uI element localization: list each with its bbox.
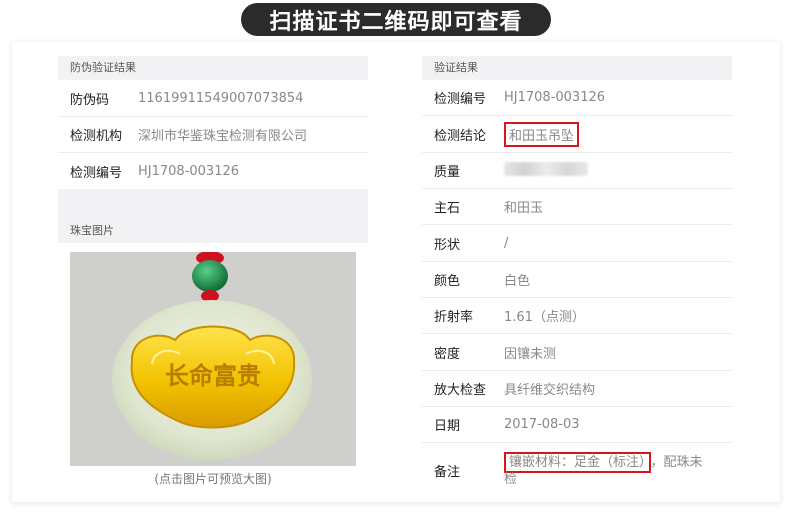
left-row-code: 防伪码 11619911549007073854: [58, 80, 368, 117]
row-label: 检测结论: [434, 128, 487, 144]
right-row-remarks: 备注 镶嵌材料：足金（标注） ，配珠未 检: [422, 443, 732, 498]
row-label: 放大检查: [434, 383, 487, 398]
row-value: 因镶未测: [504, 346, 557, 362]
spacer-block: [58, 189, 368, 219]
row-label: 检测编号: [70, 165, 123, 181]
right-row-magnification: 放大检查 具纤维交织结构: [422, 371, 732, 407]
remarks-value: 镶嵌材料：足金（标注） ，配珠未 检: [504, 451, 724, 488]
conclusion-value-highlighted: 和田玉吊坠: [504, 121, 580, 147]
jade-pendant-image: 长命富贵: [70, 252, 356, 466]
row-value: HJ1708-003126: [138, 163, 240, 179]
image-preview-caption: (点击图片可预览大图): [154, 472, 272, 486]
right-row-conclusion: 检测结论 和田玉吊坠: [422, 116, 732, 153]
remarks-rest-line2: 检: [504, 471, 518, 487]
remarks-highlighted: 镶嵌材料：足金（标注）: [504, 451, 651, 473]
right-row-date: 日期 2017-08-03: [422, 407, 732, 443]
row-label: 质量: [434, 165, 461, 180]
row-label: 主石: [434, 201, 461, 216]
right-row-shape: 形状 /: [422, 225, 732, 262]
row-label: 折射率: [434, 310, 474, 325]
row-label: 检测机构: [70, 129, 123, 144]
jewelry-image-section-title: 珠宝图片: [58, 219, 368, 243]
row-value: /: [504, 235, 509, 251]
right-row-refractive-index: 折射率 1.61（点测）: [422, 298, 732, 334]
row-value: 1.61（点测）: [504, 310, 585, 325]
row-label: 防伪码: [70, 92, 110, 108]
row-value: 和田玉: [504, 201, 544, 216]
verification-section-title: 验证结果: [422, 56, 732, 80]
remarks-rest: ，配珠未: [650, 454, 703, 470]
row-label: 颜色: [434, 274, 461, 289]
pendant-inscription: 长命富贵: [165, 361, 261, 390]
row-value: 白色: [504, 274, 531, 289]
row-value: HJ1708-003126: [504, 90, 606, 105]
row-value: 2017-08-03: [504, 417, 580, 432]
jewelry-photo[interactable]: 长命富贵: [70, 252, 356, 466]
row-label: 备注: [434, 465, 461, 480]
left-row-test-number: 检测编号 HJ1708-003126: [58, 153, 368, 189]
right-row-main-stone: 主石 和田玉: [422, 189, 732, 225]
left-row-institution: 检测机构 深圳市华鉴珠宝检测有限公司: [58, 117, 368, 153]
right-row-color: 颜色 白色: [422, 262, 732, 298]
row-label: 日期: [434, 419, 461, 434]
row-value: 具纤维交织结构: [504, 383, 596, 398]
right-row-test-number: 检测编号 HJ1708-003126: [422, 80, 732, 116]
row-value: 11619911549007073854: [138, 90, 304, 106]
right-row-weight: 质量: [422, 153, 732, 189]
anti-counterfeit-section-title: 防伪验证结果: [58, 56, 368, 80]
weight-value-blurred: [504, 161, 588, 180]
right-row-density: 密度 因镶未测: [422, 334, 732, 371]
page-banner: 扫描证书二维码即可查看: [241, 3, 551, 36]
row-value: 深圳市华鉴珠宝检测有限公司: [138, 129, 308, 144]
row-label: 密度: [434, 346, 461, 362]
row-label: 形状: [434, 237, 461, 253]
row-label: 检测编号: [434, 92, 487, 107]
